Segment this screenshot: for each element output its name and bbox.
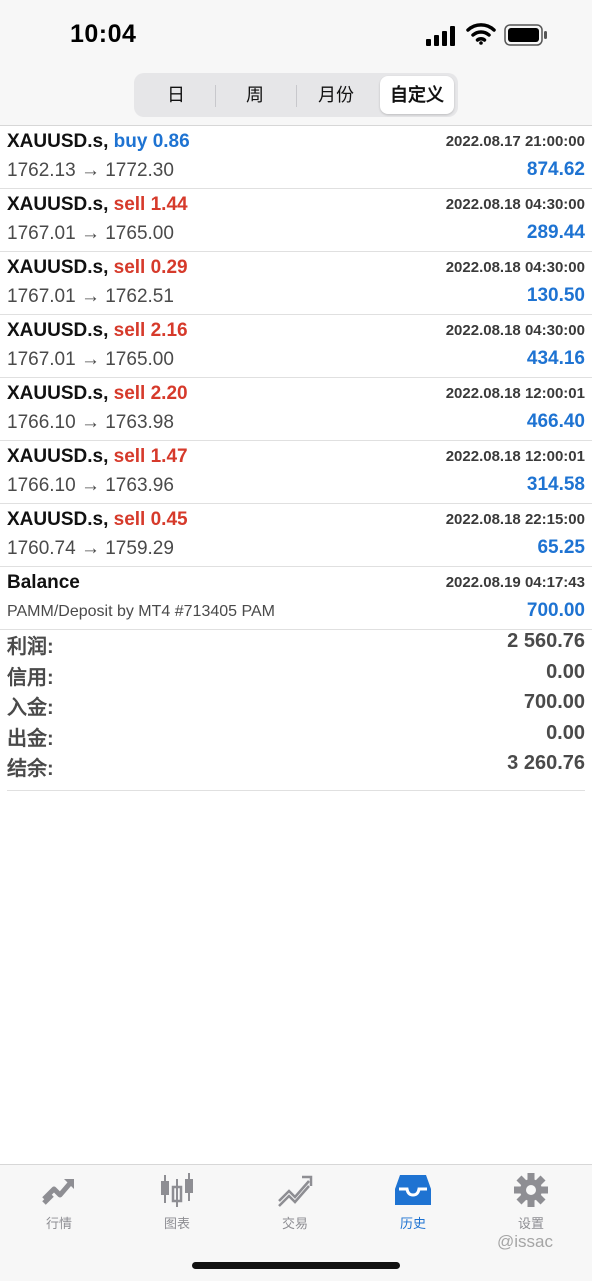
trade-type-volume: sell 2.20 (113, 383, 188, 404)
tab-label: 行情 (45, 1216, 72, 1231)
summary-label: 结余: (7, 758, 54, 780)
trade-profit: 434.16 (526, 348, 585, 369)
period-tab-day[interactable]: 日 (138, 76, 214, 114)
trade-prices: 1767.01 → 1765.00 (7, 349, 174, 370)
trade-time: 2022.08.18 04:30:00 (445, 259, 585, 276)
wifi-icon (466, 23, 496, 45)
trade-row[interactable]: XAUUSD.s, sell 0.45 2022.08.18 22:15:00 … (0, 504, 592, 567)
trade-time: 2022.08.18 12:00:01 (445, 385, 585, 402)
trade-symbol: XAUUSD.s, sell 2.20 (7, 383, 188, 404)
summary-balance: 结余: 3 260.76 (7, 750, 585, 781)
balance-comment: PAMM/Deposit by MT4 #713405 PAM (7, 603, 275, 620)
trade-profit: 130.50 (526, 285, 585, 306)
trade-prices: 1767.01 → 1762.51 (7, 286, 174, 307)
gear-icon (514, 1173, 548, 1207)
tab-label: 设置 (517, 1216, 544, 1231)
summary-value: 2 560.76 (507, 630, 585, 652)
home-indicator[interactable] (192, 1262, 400, 1269)
status-time: 10:04 (70, 20, 137, 48)
trade-symbol: XAUUSD.s, sell 1.47 (7, 446, 188, 467)
trade-prices: 1762.13 → 1772.30 (7, 160, 174, 181)
summary-value: 700.00 (523, 691, 585, 713)
trade-prices: 1767.01 → 1765.00 (7, 223, 174, 244)
status-bar: 10:04 (0, 0, 592, 70)
trade-time: 2022.08.18 12:00:01 (445, 448, 585, 465)
trade-type-volume: sell 1.47 (113, 446, 188, 467)
tab-trade[interactable]: 交易 (236, 1173, 354, 1243)
summary-label: 入金: (7, 697, 54, 719)
period-tab-month[interactable]: 月份 (297, 76, 375, 114)
trade-symbol: XAUUSD.s, buy 0.86 (7, 131, 190, 152)
trade-time: 2022.08.17 21:00:00 (445, 133, 585, 150)
summary-value: 3 260.76 (507, 752, 585, 774)
summary-profit: 利润: 2 560.76 (7, 628, 585, 659)
trade-row[interactable]: XAUUSD.s, sell 1.47 2022.08.18 12:00:01 … (0, 441, 592, 504)
tab-label: 交易 (281, 1216, 308, 1231)
battery-icon (504, 24, 547, 46)
summary-label: 出金: (7, 727, 54, 750)
trade-prices: 1760.74 → 1759.29 (7, 538, 174, 559)
quotes-icon (42, 1179, 74, 1205)
trade-row[interactable]: XAUUSD.s, sell 0.29 2022.08.18 04:30:00 … (0, 252, 592, 315)
summary-withdrawal: 出金: 0.00 (7, 720, 585, 751)
summary-value: 0.00 (546, 660, 585, 683)
tab-label: 历史 (399, 1216, 426, 1231)
summary-label: 信用: (7, 666, 54, 689)
tab-chart[interactable]: 图表 (118, 1173, 236, 1243)
tab-quotes[interactable]: 行情 (0, 1173, 118, 1243)
summary-value: 0.00 (546, 721, 585, 744)
chart-candles-icon (161, 1173, 193, 1207)
trade-row[interactable]: XAUUSD.s, buy 0.86 2022.08.17 21:00:00 1… (0, 126, 592, 189)
summary-credit: 信用: 0.00 (7, 659, 585, 690)
summary-deposit: 入金: 700.00 (7, 689, 585, 720)
trade-row[interactable]: XAUUSD.s, sell 2.16 2022.08.18 04:30:00 … (0, 315, 592, 378)
history-header: 日 周 月份 自定义 (0, 70, 592, 126)
period-tab-week[interactable]: 周 (216, 76, 294, 114)
trade-icon (278, 1175, 313, 1207)
trade-symbol: XAUUSD.s, sell 0.45 (7, 509, 188, 530)
trade-profit: 289.44 (526, 222, 585, 243)
trade-profit: 314.58 (526, 474, 585, 495)
history-summary: 利润: 2 560.76 信用: 0.00 入金: 700.00 出金: 0.0… (7, 628, 585, 791)
watermark: @issac (497, 1232, 553, 1251)
trade-symbol: XAUUSD.s, sell 2.16 (7, 320, 188, 341)
balance-title: Balance (7, 572, 80, 593)
tab-history[interactable]: 历史 (354, 1173, 472, 1243)
trade-type-volume: sell 2.16 (113, 320, 188, 341)
balance-row[interactable]: Balance 2022.08.19 04:17:43 PAMM/Deposit… (0, 567, 592, 630)
trade-time: 2022.08.18 22:15:00 (445, 511, 585, 528)
trade-profit: 874.62 (526, 159, 585, 180)
summary-label: 利润: (7, 636, 54, 658)
balance-time: 2022.08.19 04:17:43 (445, 574, 585, 591)
trade-type-volume: buy 0.86 (113, 131, 190, 152)
period-segmented-control: 日 周 月份 自定义 (134, 73, 458, 117)
history-list: XAUUSD.s, buy 0.86 2022.08.17 21:00:00 1… (0, 126, 592, 630)
cellular-signal-icon (426, 26, 455, 46)
trade-prices: 1766.10 → 1763.98 (7, 412, 174, 433)
trade-type-volume: sell 1.44 (113, 194, 188, 215)
balance-amount: 700.00 (526, 600, 585, 621)
trade-row[interactable]: XAUUSD.s, sell 1.44 2022.08.18 04:30:00 … (0, 189, 592, 252)
trade-type-volume: sell 0.29 (113, 257, 188, 278)
trade-profit: 65.25 (537, 537, 585, 558)
period-tab-custom[interactable]: 自定义 (380, 76, 454, 114)
history-inbox-icon (395, 1175, 431, 1205)
trade-time: 2022.08.18 04:30:00 (445, 196, 585, 213)
trade-prices: 1766.10 → 1763.96 (7, 475, 174, 496)
trade-profit: 466.40 (526, 411, 585, 432)
tab-label: 图表 (163, 1216, 190, 1231)
trade-symbol: XAUUSD.s, sell 1.44 (7, 194, 188, 215)
trade-symbol: XAUUSD.s, sell 0.29 (7, 257, 188, 278)
trade-row[interactable]: XAUUSD.s, sell 2.20 2022.08.18 12:00:01 … (0, 378, 592, 441)
trade-time: 2022.08.18 04:30:00 (445, 322, 585, 339)
trade-type-volume: sell 0.45 (113, 509, 188, 530)
